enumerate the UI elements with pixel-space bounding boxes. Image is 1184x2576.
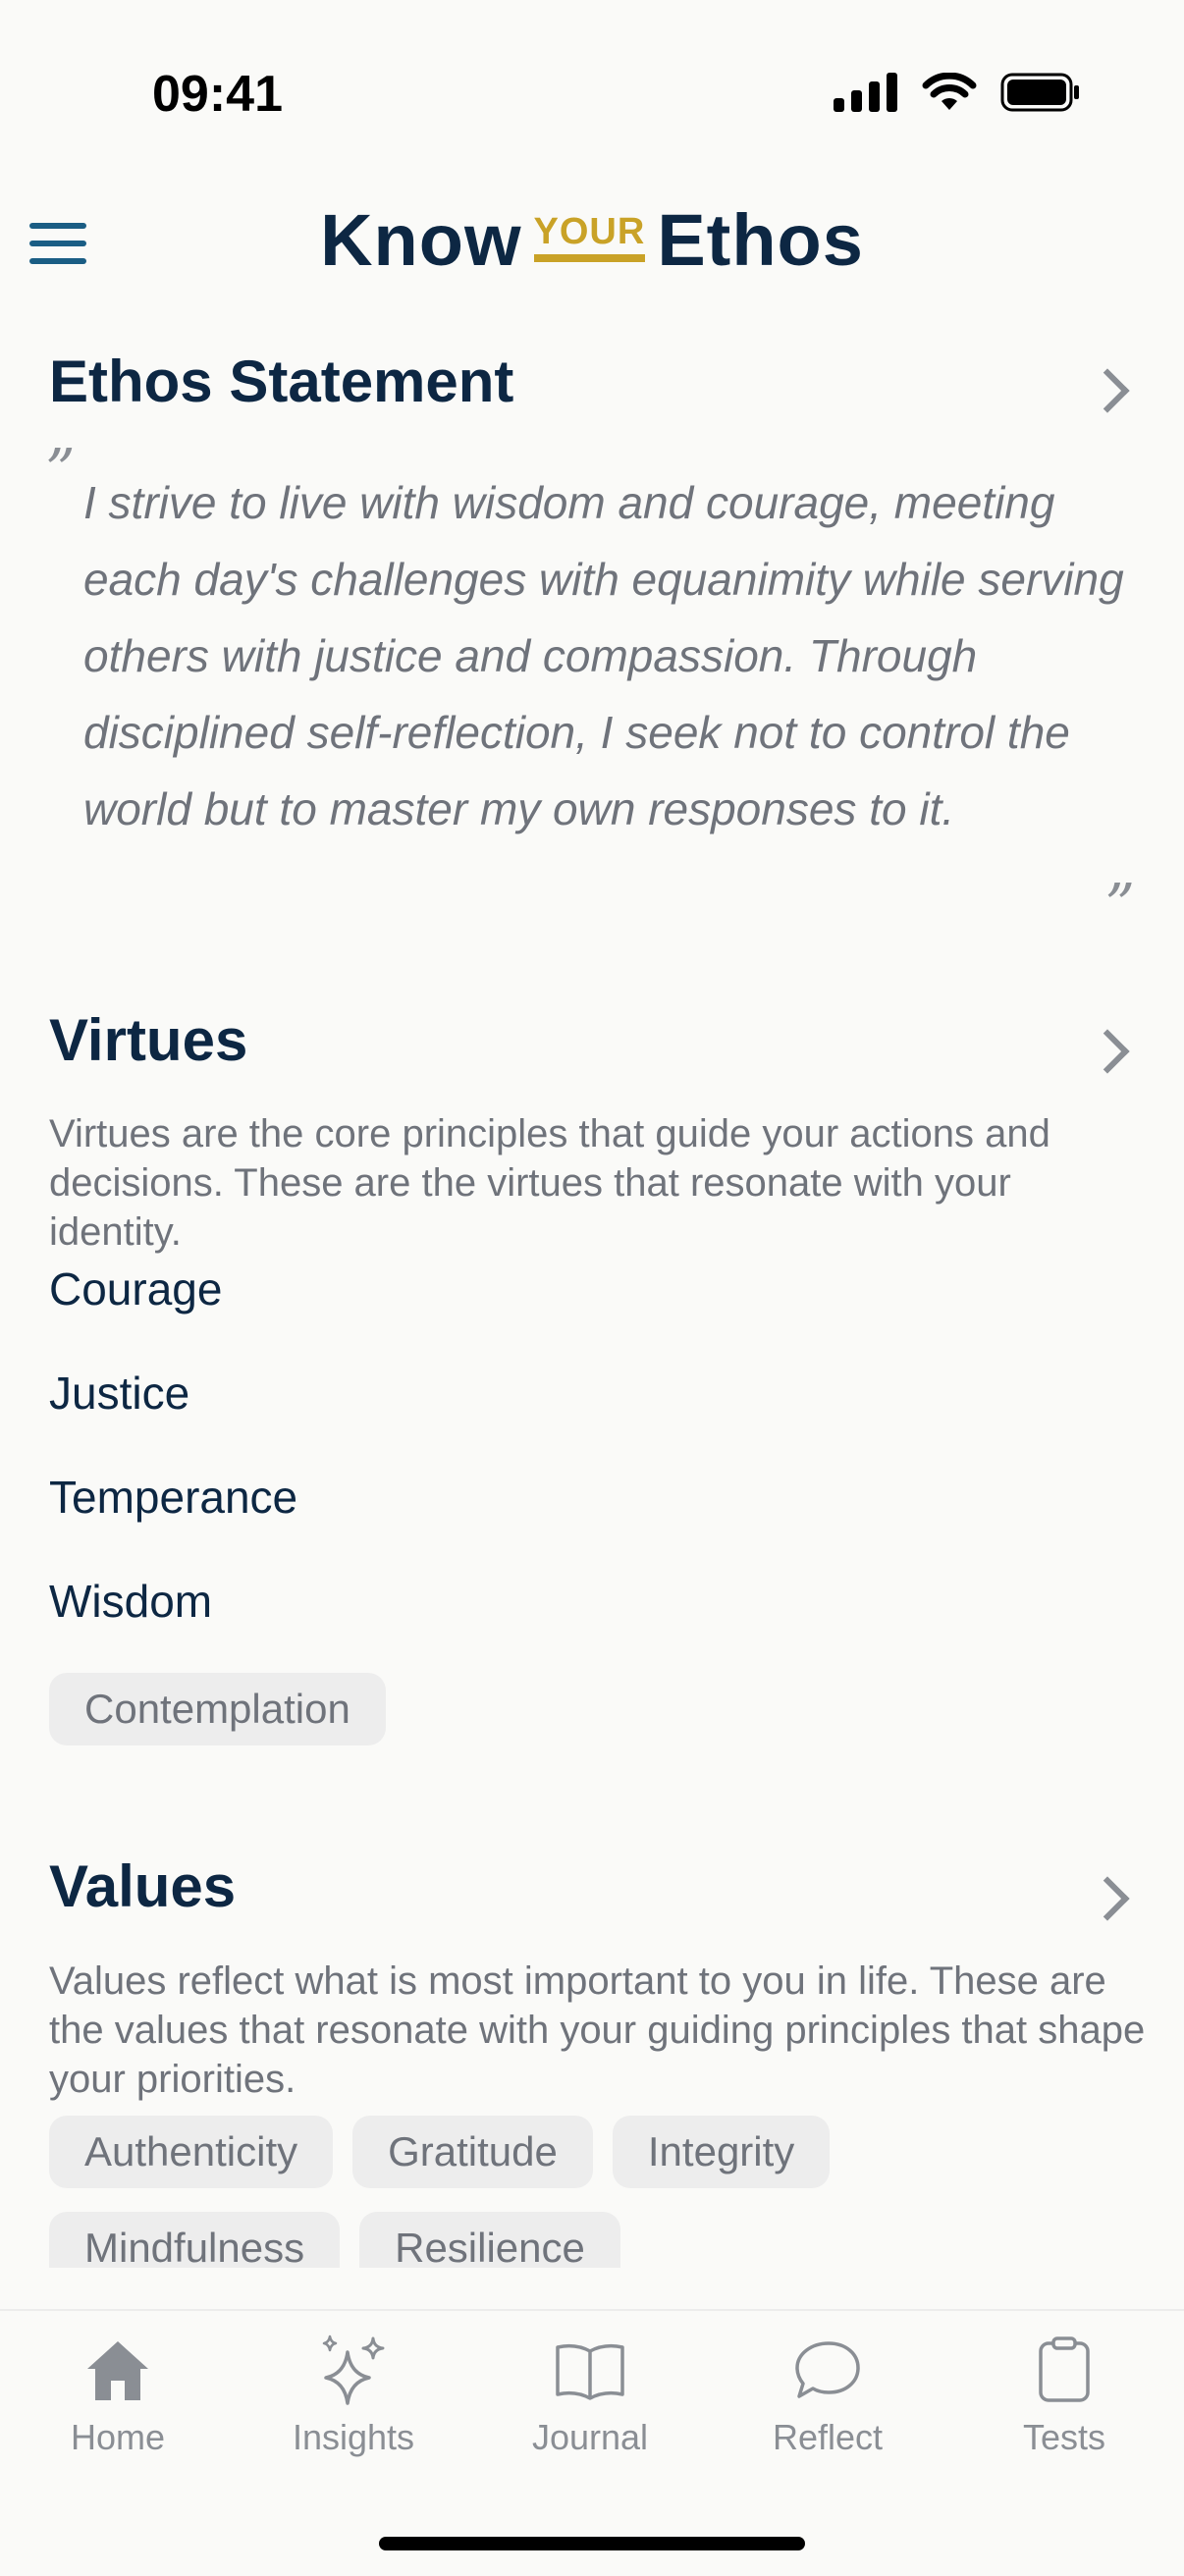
home-icon — [87, 2341, 148, 2400]
values-chevron-icon[interactable] — [1085, 1876, 1130, 1921]
tab-label: Reflect — [772, 2417, 884, 2457]
tab-label: Home — [70, 2417, 166, 2457]
main-content: Ethos Statement ” I strive to live with … — [0, 314, 1184, 2268]
tab-journal[interactable]: Journal — [502, 2331, 678, 2458]
app-header: Know YOUR Ethos — [0, 187, 1184, 295]
virtues-section[interactable]: Virtues Virtues are the core principles … — [0, 952, 1184, 1801]
value-chip: Gratitude — [352, 2116, 593, 2188]
virtue-item: Justice — [49, 1368, 190, 1419]
brand-logo: Know YOUR Ethos — [0, 198, 1184, 282]
tab-label: Journal — [531, 2417, 649, 2457]
tab-insights[interactable]: Insights — [265, 2331, 442, 2458]
tab-tests[interactable]: Tests — [976, 2331, 1153, 2458]
brand-word-know: Know — [320, 199, 522, 281]
ethos-statement-text: I strive to live with wisdom and courage… — [83, 477, 1124, 834]
virtues-chevron-icon[interactable] — [1085, 1029, 1130, 1074]
virtue-tag-chip: Contemplation — [49, 1673, 386, 1745]
signal-icon — [834, 73, 897, 112]
status-icons — [834, 73, 1081, 112]
sparkles-icon — [322, 2334, 385, 2405]
book-icon — [556, 2343, 624, 2400]
virtue-item: Courage — [49, 1263, 223, 1315]
virtue-tags: Contemplation — [49, 1673, 405, 1769]
value-chip: Mindfulness — [49, 2212, 341, 2268]
status-time: 09:41 — [152, 66, 283, 123]
tab-home[interactable]: Home — [29, 2331, 206, 2458]
ethos-chevron-icon[interactable] — [1085, 368, 1130, 413]
chat-bubble-icon — [795, 2341, 860, 2398]
tab-reflect[interactable]: Reflect — [739, 2331, 916, 2458]
quote-close-icon: ” — [1104, 872, 1135, 940]
values-section[interactable]: Values Values reflect what is most impor… — [0, 1801, 1184, 2268]
virtues-description: Virtues are the core principles that gui… — [49, 1112, 1050, 1254]
brand-word-your: YOUR — [533, 213, 646, 262]
ethos-title: Ethos Statement — [49, 349, 514, 414]
value-chip: Integrity — [612, 2116, 831, 2188]
wifi-icon — [922, 73, 977, 110]
battery-icon — [1000, 73, 1079, 112]
ethos-section[interactable]: Ethos Statement ” I strive to live with … — [0, 314, 1184, 952]
brand-word-ethos: Ethos — [657, 199, 864, 281]
virtues-list: Courage Justice Temperance Wisdom — [49, 1237, 297, 1653]
clipboard-icon — [1039, 2336, 1090, 2402]
values-description: Values reflect what is most important to… — [49, 1959, 1146, 2101]
tab-label: Insights — [292, 2417, 415, 2457]
values-title: Values — [49, 1853, 237, 1919]
values-chips: Authenticity Gratitude Integrity Mindfulne… — [49, 2116, 1129, 2268]
virtues-title: Virtues — [49, 1007, 248, 1073]
value-chip: Resilience — [359, 2212, 620, 2268]
virtue-item: Temperance — [49, 1472, 298, 1523]
tab-label: Tests — [1022, 2417, 1106, 2457]
value-chip: Authenticity — [49, 2116, 334, 2188]
virtue-item: Wisdom — [49, 1576, 213, 1627]
home-indicator[interactable] — [379, 2537, 805, 2550]
status-bar: 09:41 — [0, 0, 1184, 187]
